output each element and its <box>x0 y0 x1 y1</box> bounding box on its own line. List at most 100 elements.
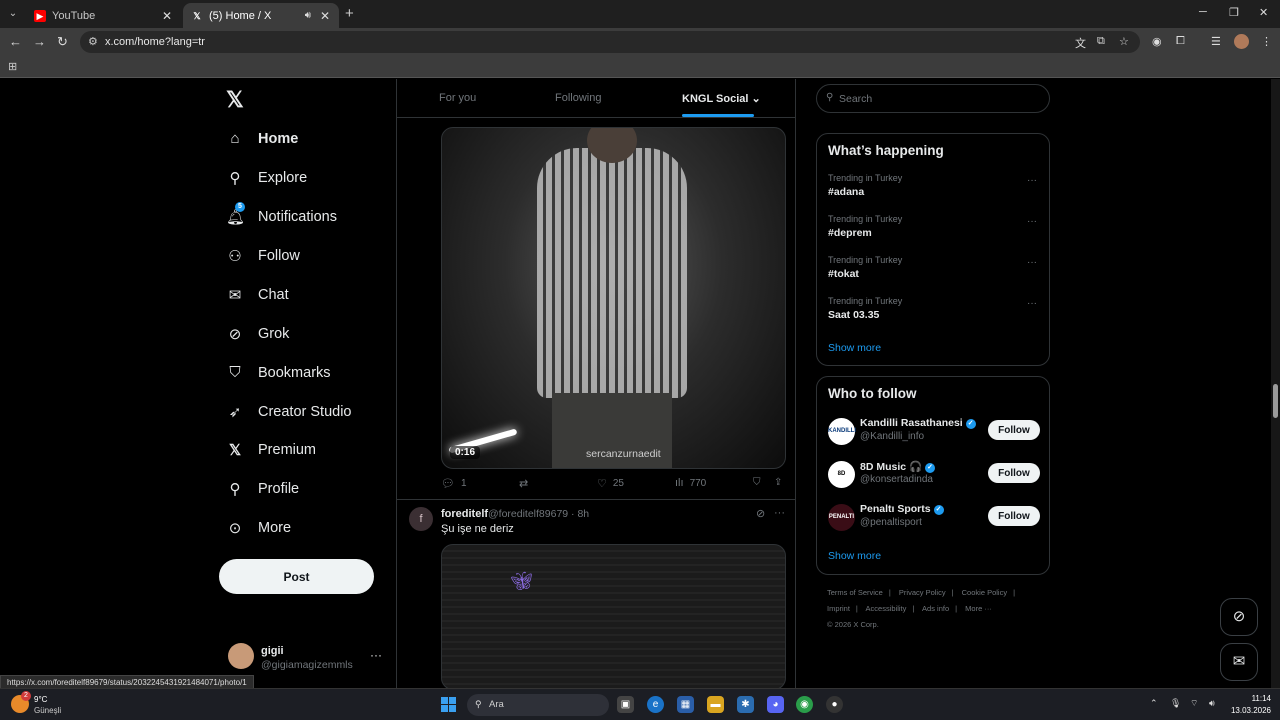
minimize-icon[interactable]: ─ <box>1199 6 1207 18</box>
nav-creator-studio[interactable]: ➶ Creator Studio <box>226 403 352 421</box>
nav-explore[interactable]: ⚲ Explore <box>226 169 308 187</box>
puzzle-icon[interactable]: ⧠ <box>1176 35 1185 48</box>
new-tab-button[interactable]: + <box>345 5 354 22</box>
wifi-icon[interactable]: ⌔ <box>1190 698 1198 709</box>
tab-following[interactable]: Following <box>555 92 601 104</box>
x-logo-icon[interactable]: 𝕏 <box>226 87 244 113</box>
omnibox[interactable]: ⚙ x.com/home?lang=tr <box>80 31 1140 53</box>
tab-for-you[interactable]: For you <box>439 92 476 104</box>
translate-icon[interactable]: 文 <box>1075 35 1086 51</box>
views-button[interactable]: ılı 770 <box>675 477 706 489</box>
reply-button[interactable]: 💬︎ 1 <box>441 477 467 490</box>
tweet[interactable]: f foreditelf @foreditelf89679 · 8h ⊘ ···… <box>397 501 795 688</box>
nav-follow[interactable]: ⚇ Follow <box>226 247 300 265</box>
back-icon[interactable]: ← <box>9 34 22 49</box>
footer-link[interactable]: Ads info <box>922 604 949 613</box>
tweet-author-meta[interactable]: @foreditelf89679 · 8h <box>488 508 589 520</box>
settings-icon[interactable]: ✱ <box>737 696 754 713</box>
nav-grok[interactable]: ⊘ Grok <box>226 325 290 343</box>
follow-suggestion[interactable]: 8D 8D Music 🎧 ✓ @konsertadinda Follow <box>828 460 1042 492</box>
clock-date[interactable]: 13.03.2026 <box>1228 706 1271 715</box>
microphone-icon[interactable]: 🎙︎ <box>1170 698 1181 709</box>
account-switcher[interactable]: gigii @gigiamagizemmls ··· <box>228 643 388 673</box>
footer-link[interactable]: Privacy Policy <box>899 588 946 597</box>
windows-start-icon[interactable] <box>441 697 456 712</box>
reading-list-icon[interactable]: ☰ <box>1211 35 1221 48</box>
show-more-link[interactable]: Show more <box>828 342 881 354</box>
tab-search-icon[interactable]: ⌄ <box>4 5 22 23</box>
nav-home[interactable]: ⌂ Home <box>226 130 298 147</box>
more-dots-icon[interactable]: ··· <box>1027 298 1037 309</box>
speaker-icon[interactable]: 🔊︎ <box>305 10 311 21</box>
follow-button[interactable]: Follow <box>988 420 1040 440</box>
close-tab-icon[interactable]: ✕ <box>319 9 331 23</box>
post-button[interactable]: Post <box>219 559 374 594</box>
trend-item[interactable]: Trending in Turkey Saat 03.35 ··· <box>828 296 1042 326</box>
nav-premium[interactable]: 𝕏 Premium <box>226 441 316 459</box>
app-icon[interactable]: ● <box>826 696 843 713</box>
close-tab-icon[interactable]: ✕ <box>161 9 173 23</box>
tweet-image[interactable]: 🦋︎ <box>441 544 786 688</box>
share-button[interactable]: ⇪ <box>774 477 782 488</box>
nav-notifications[interactable]: 🔔︎ 5 Notifications <box>226 202 337 226</box>
repost-button[interactable]: ⇄ <box>519 477 534 490</box>
footer-link[interactable]: Imprint <box>827 604 850 613</box>
site-info-icon[interactable]: ⚙ <box>88 35 98 48</box>
grok-float-button[interactable]: ⊘ <box>1220 598 1258 636</box>
like-button[interactable]: ♡ 25 <box>597 477 624 490</box>
trend-item[interactable]: Trending in Turkey #deprem ··· <box>828 214 1042 244</box>
tweet-video[interactable]: 0:16 sercanzurnaedit <box>441 127 786 469</box>
nav-more[interactable]: ⊙ More <box>226 519 291 537</box>
bookmark-button[interactable]: ⛉ <box>753 477 761 488</box>
chrome-icon[interactable]: ◉ <box>796 696 813 713</box>
volume-icon[interactable]: 🔊︎ <box>1209 698 1215 709</box>
tweet-author-name[interactable]: foreditelf <box>441 508 488 520</box>
nav-chat[interactable]: ✉ Chat <box>226 286 289 304</box>
follow-suggestion[interactable]: PENALTI Penaltı Sports ✓ @penaltisport Fo… <box>828 503 1042 535</box>
store-icon[interactable]: ▦ <box>677 696 694 713</box>
tab-youtube[interactable]: ▶ YouTube ✕ <box>26 3 181 28</box>
follow-button[interactable]: Follow <box>988 463 1040 483</box>
discord-icon[interactable]: ◕ <box>767 696 784 713</box>
more-dots-icon[interactable]: ··· <box>1027 257 1037 268</box>
reload-icon[interactable]: ↻ <box>57 34 68 50</box>
search-input[interactable]: ⚲ Search <box>816 84 1050 113</box>
tab-x-home[interactable]: 𝕏 (5) Home / X 🔊︎ ✕ <box>183 3 339 28</box>
file-explorer-icon[interactable]: ▬ <box>707 696 724 713</box>
chevron-up-icon[interactable]: ⌃ <box>1150 698 1158 709</box>
task-view-icon[interactable]: ▣ <box>617 696 634 713</box>
footer-link[interactable]: Terms of Service <box>827 588 883 597</box>
more-dots-icon[interactable]: ··· <box>1027 175 1037 186</box>
footer-link[interactable]: More ··· <box>965 604 992 613</box>
follow-suggestion[interactable]: KANDILLI Kandilli Rasathanesi ✓ @Kandilli… <box>828 417 1042 449</box>
grok-icon[interactable]: ⊘ <box>756 507 765 520</box>
profile-avatar[interactable] <box>1234 34 1249 49</box>
extension-icon[interactable]: ◉ <box>1152 35 1162 48</box>
forward-icon[interactable]: → <box>33 34 46 49</box>
install-app-icon[interactable]: ⧉ <box>1097 35 1105 48</box>
nav-label: Creator Studio <box>258 404 352 420</box>
apps-icon[interactable]: ⊞ <box>8 60 17 73</box>
trend-item[interactable]: Trending in Turkey #adana ··· <box>828 173 1042 203</box>
clock-time[interactable]: 11:14 <box>1243 694 1271 703</box>
more-dots-icon[interactable]: ··· <box>774 507 785 519</box>
messages-float-button[interactable]: ✉ <box>1220 643 1258 681</box>
menu-icon[interactable]: ⋮ <box>1261 35 1272 48</box>
close-window-icon[interactable]: ✕ <box>1259 6 1268 19</box>
footer-link[interactable]: Cookie Policy <box>962 588 1007 597</box>
bookmark-star-icon[interactable]: ☆ <box>1119 35 1129 48</box>
more-dots-icon[interactable]: ··· <box>1027 216 1037 227</box>
nav-bookmarks[interactable]: ⛉ Bookmarks <box>226 364 330 381</box>
follow-button[interactable]: Follow <box>988 506 1040 526</box>
trend-item[interactable]: Trending in Turkey #tokat ··· <box>828 255 1042 285</box>
edge-icon[interactable]: e <box>647 696 664 713</box>
maximize-icon[interactable]: ❐ <box>1229 6 1239 19</box>
taskbar-search[interactable]: ⚲ Ara <box>467 694 609 716</box>
scrollbar-thumb[interactable] <box>1273 384 1278 418</box>
tab-kngl-social[interactable]: KNGL Social ⌄ <box>682 92 761 105</box>
show-more-link[interactable]: Show more <box>828 550 881 562</box>
scrollbar[interactable] <box>1271 79 1280 688</box>
footer-link[interactable]: Accessibility <box>866 604 907 613</box>
avatar[interactable]: f <box>409 507 433 531</box>
nav-profile[interactable]: ⚲ Profile <box>226 480 300 498</box>
